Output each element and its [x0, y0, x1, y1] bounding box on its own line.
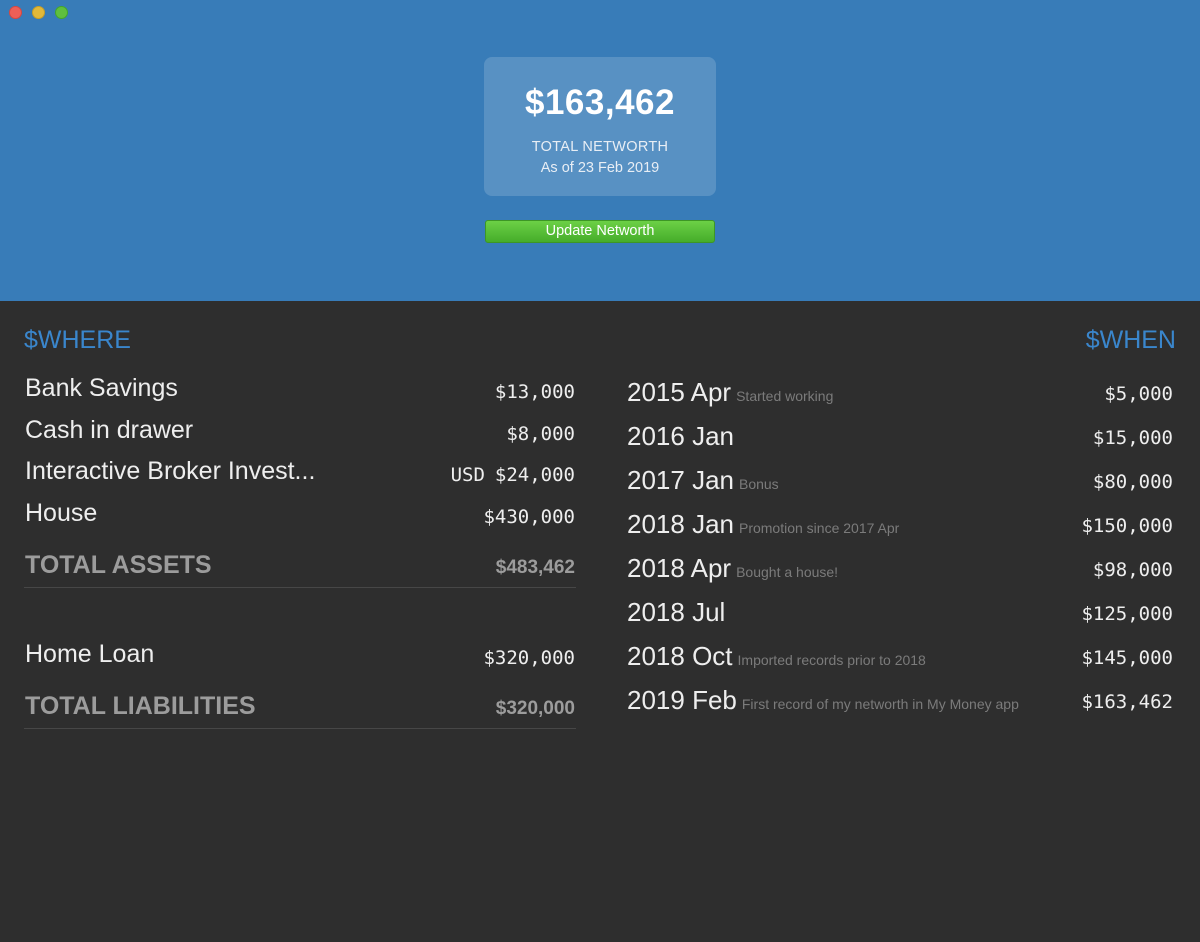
- total-assets-label: TOTAL ASSETS: [25, 551, 212, 579]
- record-date-text: 2018 Oct: [627, 641, 733, 671]
- record-date: 2016 Jan: [627, 421, 739, 452]
- record-date: 2018 Jan Promotion since 2017 Apr: [627, 509, 899, 540]
- liability-name: Home Loan: [25, 640, 155, 668]
- record-value: $145,000: [1081, 647, 1173, 669]
- total-liabilities-value: $320,000: [495, 698, 575, 719]
- maximize-window-button[interactable]: [55, 6, 68, 19]
- record-date-text: 2017 Jan: [627, 465, 734, 495]
- record-note: Imported records prior to 2018: [737, 652, 926, 668]
- record-note: Bought a house!: [736, 564, 839, 580]
- total-assets-value: $483,462: [495, 557, 575, 578]
- networth-as-of-date: As of 23 Feb 2019: [540, 160, 660, 176]
- record-date-text: 2018 Jul: [627, 597, 726, 627]
- networth-record-row[interactable]: 2018 Jul $125,000: [627, 597, 1173, 637]
- record-date-text: 2018 Jan: [627, 509, 734, 539]
- asset-row[interactable]: Cash in drawer $8,000: [25, 416, 575, 456]
- asset-currency: USD: [450, 464, 485, 486]
- networth-record-row[interactable]: 2018 Jan Promotion since 2017 Apr $150,00…: [627, 509, 1173, 549]
- total-networth-amount: $163,462: [525, 83, 675, 122]
- record-value: $5,000: [1104, 383, 1173, 405]
- app-window: $163,462 TOTAL NETWORTH As of 23 Feb 201…: [0, 0, 1200, 942]
- networth-record-row[interactable]: 2015 Apr Started working $5,000: [627, 377, 1173, 417]
- liability-value: $320,000: [483, 647, 575, 669]
- record-value: $163,462: [1081, 691, 1173, 713]
- networth-record-row[interactable]: 2018 Apr Bought a house! $98,000: [627, 553, 1173, 593]
- asset-value-with-currency: USD $24,000: [451, 464, 575, 486]
- record-note: Started working: [736, 388, 834, 404]
- total-networth-label: TOTAL NETWORTH: [531, 139, 669, 155]
- record-date-text: 2016 Jan: [627, 421, 734, 451]
- record-note: Promotion since 2017 Apr: [738, 520, 900, 536]
- total-liabilities-label: TOTAL LIABILITIES: [25, 692, 256, 720]
- record-value: $125,000: [1081, 603, 1173, 625]
- asset-name: Interactive Broker Invest...: [25, 457, 316, 485]
- record-date-text: 2015 Apr: [627, 377, 732, 407]
- asset-name: House: [25, 499, 98, 527]
- record-value: $150,000: [1081, 515, 1173, 537]
- record-value: $15,000: [1092, 427, 1173, 449]
- asset-value: $13,000: [494, 381, 575, 403]
- record-date: 2018 Oct Imported records prior to 2018: [627, 641, 926, 672]
- record-date: 2017 Jan Bonus: [627, 465, 779, 496]
- update-networth-button[interactable]: Update Networth: [485, 220, 715, 243]
- close-window-button[interactable]: [9, 6, 22, 19]
- record-note: Bonus: [738, 476, 779, 492]
- networth-record-row[interactable]: 2016 Jan $15,000: [627, 421, 1173, 461]
- record-date: 2018 Apr Bought a house!: [627, 553, 838, 584]
- record-note: First record of my networth in My Money …: [741, 696, 1019, 712]
- record-value: $98,000: [1092, 559, 1173, 581]
- networth-header: $163,462 TOTAL NETWORTH As of 23 Feb 201…: [0, 0, 1200, 301]
- networth-summary-card: $163,462 TOTAL NETWORTH As of 23 Feb 201…: [484, 57, 716, 196]
- asset-row[interactable]: House $430,000: [25, 499, 575, 539]
- when-section-title: $WHEN: [1085, 326, 1176, 354]
- record-date: 2018 Jul: [627, 597, 730, 628]
- total-assets-row: TOTAL ASSETS $483,462: [24, 550, 576, 588]
- liability-row[interactable]: Home Loan $320,000: [25, 640, 575, 680]
- record-value: $80,000: [1092, 471, 1173, 493]
- networth-record-row[interactable]: 2017 Jan Bonus $80,000: [627, 465, 1173, 505]
- minimize-window-button[interactable]: [32, 6, 45, 19]
- record-date: 2019 Feb First record of my networth in M…: [627, 685, 1019, 716]
- asset-row[interactable]: Interactive Broker Invest... USD $24,000: [25, 457, 575, 497]
- asset-value: $24,000: [494, 464, 575, 486]
- record-date-text: 2018 Apr: [627, 553, 732, 583]
- record-date: 2015 Apr Started working: [627, 377, 833, 408]
- networth-record-row[interactable]: 2018 Oct Imported records prior to 2018 $…: [627, 641, 1173, 681]
- asset-name: Bank Savings: [25, 374, 178, 402]
- record-date-text: 2019 Feb: [627, 685, 737, 715]
- where-section-title: $WHERE: [24, 326, 131, 354]
- asset-name: Cash in drawer: [25, 416, 194, 444]
- asset-value: $8,000: [506, 423, 575, 445]
- networth-record-row[interactable]: 2019 Feb First record of my networth in M…: [627, 685, 1173, 725]
- total-liabilities-row: TOTAL LIABILITIES $320,000: [24, 691, 576, 729]
- asset-row[interactable]: Bank Savings $13,000: [25, 374, 575, 414]
- asset-value: $430,000: [483, 506, 575, 528]
